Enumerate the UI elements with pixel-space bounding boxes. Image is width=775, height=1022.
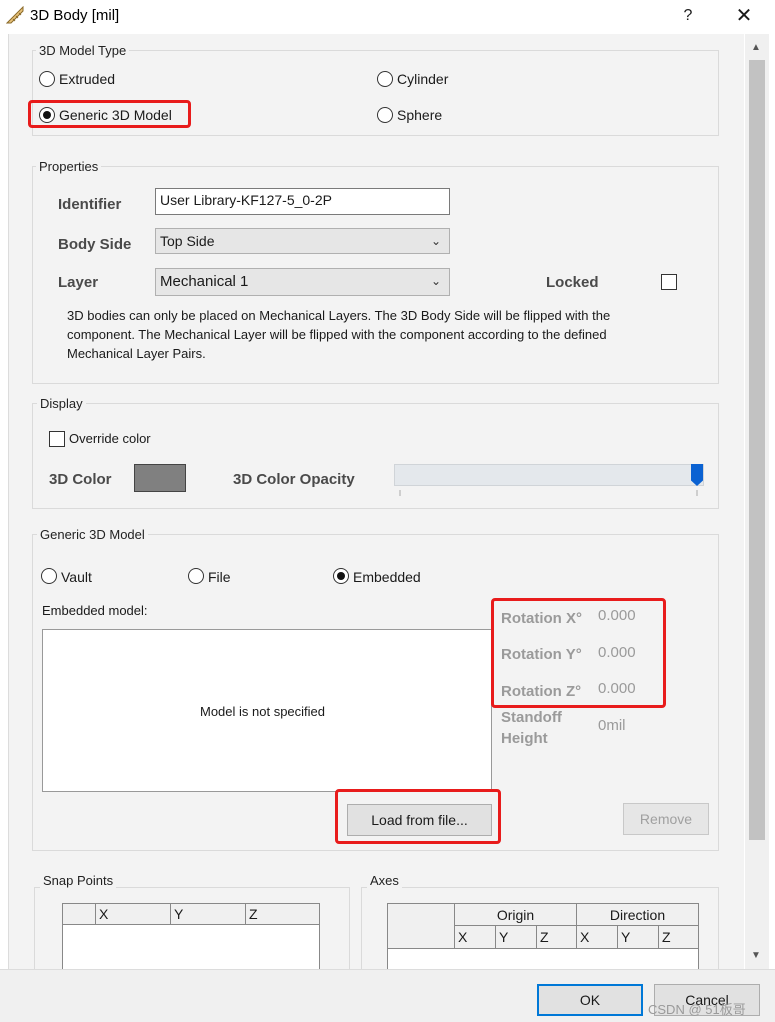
- radio-cylinder[interactable]: [377, 71, 393, 87]
- standoff-label-1: Standoff: [501, 709, 562, 726]
- radio-generic-3d-model[interactable]: [39, 107, 55, 123]
- color-label: 3D Color: [49, 471, 112, 488]
- scrollbar-thumb[interactable]: [749, 60, 765, 840]
- override-color-checkbox[interactable]: [49, 431, 65, 447]
- watermark-text: CSDN @ 51板哥: [648, 1002, 746, 1017]
- rotation-x-label: Rotation X°: [501, 610, 582, 627]
- axes-group-direction: Direction: [576, 903, 699, 926]
- display-title: Display: [37, 396, 86, 411]
- load-from-file-button[interactable]: Load from file...: [347, 804, 492, 836]
- opacity-label: 3D Color Opacity: [233, 471, 355, 488]
- snap-col-y[interactable]: Y: [170, 903, 246, 925]
- model-status-text: Model is not specified: [200, 704, 326, 719]
- close-button[interactable]: ✕: [728, 3, 760, 29]
- embedded-model-label: Embedded model:: [42, 603, 148, 618]
- axes-col-origin-z[interactable]: Z: [536, 925, 577, 949]
- chevron-down-icon: ⌄: [430, 234, 441, 248]
- radio-sphere[interactable]: [377, 107, 393, 123]
- scroll-down-icon[interactable]: ▼: [751, 950, 761, 961]
- rotation-z-label: Rotation Z°: [501, 683, 582, 700]
- radio-cylinder-label[interactable]: Cylinder: [397, 71, 448, 87]
- radio-extruded[interactable]: [39, 71, 55, 87]
- ruler-app-icon: [6, 6, 24, 24]
- override-color-label[interactable]: Override color: [69, 431, 151, 446]
- generic-model-title: Generic 3D Model: [37, 527, 148, 542]
- axes-header-blank: [387, 903, 455, 949]
- model-type-title: 3D Model Type: [36, 43, 130, 58]
- layer-note-line-3: Mechanical Layer Pairs.: [67, 346, 206, 361]
- radio-vault[interactable]: [41, 568, 57, 584]
- radio-embedded-label[interactable]: Embedded: [353, 569, 421, 585]
- axes-title: Axes: [367, 873, 402, 888]
- axes-col-direction-x[interactable]: X: [576, 925, 618, 949]
- radio-embedded[interactable]: [333, 568, 349, 584]
- rotation-z-value[interactable]: 0.000: [598, 680, 636, 697]
- vertical-scrollbar[interactable]: ▲ ▼: [745, 34, 769, 969]
- standoff-value[interactable]: 0mil: [598, 717, 626, 734]
- model-type-group: [32, 50, 719, 136]
- standoff-label-2: Height: [501, 730, 548, 747]
- locked-label: Locked: [546, 274, 599, 291]
- dialog-content: 3D Model Type Extruded Cylinder Generic …: [8, 34, 744, 969]
- identifier-input[interactable]: User Library-KF127-5_0-2P: [155, 188, 450, 215]
- radio-generic-label[interactable]: Generic 3D Model: [59, 107, 172, 123]
- layer-label: Layer: [58, 274, 99, 291]
- rotation-y-value[interactable]: 0.000: [598, 644, 636, 661]
- radio-sphere-label[interactable]: Sphere: [397, 107, 442, 123]
- radio-file[interactable]: [188, 568, 204, 584]
- body-side-value: Top Side: [160, 233, 215, 249]
- chevron-down-icon: ⌄: [430, 274, 441, 288]
- help-button[interactable]: ?: [676, 4, 700, 28]
- radio-extruded-label[interactable]: Extruded: [59, 71, 115, 87]
- body-side-select[interactable]: Top Side ⌄: [155, 228, 450, 254]
- color-swatch[interactable]: [134, 464, 186, 492]
- layer-note-line-2: component. The Mechanical Layer will be …: [67, 327, 607, 342]
- rotation-y-label: Rotation Y°: [501, 646, 582, 663]
- opacity-slider[interactable]: [394, 464, 704, 486]
- radio-file-label[interactable]: File: [208, 569, 231, 585]
- axes-group-origin: Origin: [454, 903, 577, 926]
- snap-col-z[interactable]: Z: [245, 903, 320, 925]
- dialog-footer: OK Cancel CSDN @ 51板哥: [0, 969, 775, 1022]
- body-side-label: Body Side: [58, 236, 132, 253]
- remove-button[interactable]: Remove: [623, 803, 709, 835]
- snap-points-title: Snap Points: [40, 873, 117, 888]
- axes-col-origin-x[interactable]: X: [454, 925, 496, 949]
- axes-col-origin-y[interactable]: Y: [495, 925, 537, 949]
- title-bar: 3D Body [mil] ? ✕: [0, 0, 775, 34]
- snap-points-header-blank: [62, 903, 96, 925]
- window-title: 3D Body [mil]: [30, 7, 120, 24]
- radio-vault-label[interactable]: Vault: [61, 569, 92, 585]
- rotation-x-value[interactable]: 0.000: [598, 607, 636, 624]
- snap-col-x[interactable]: X: [95, 903, 171, 925]
- opacity-slider-ticks: [399, 490, 698, 496]
- ok-button[interactable]: OK: [537, 984, 643, 1016]
- layer-note-line-1: 3D bodies can only be placed on Mechanic…: [67, 308, 611, 323]
- layer-value: Mechanical 1: [160, 273, 249, 290]
- axes-col-direction-z[interactable]: Z: [658, 925, 699, 949]
- locked-checkbox[interactable]: [661, 274, 677, 290]
- properties-title: Properties: [36, 159, 102, 174]
- axes-col-direction-y[interactable]: Y: [617, 925, 659, 949]
- identifier-label: Identifier: [58, 196, 122, 213]
- layer-select[interactable]: Mechanical 1 ⌄: [155, 268, 450, 296]
- scroll-up-icon[interactable]: ▲: [751, 42, 761, 53]
